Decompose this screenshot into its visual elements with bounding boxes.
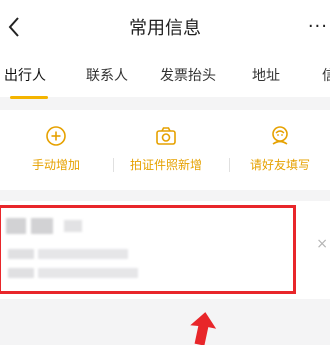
tab-travelers[interactable]: 出行人 [4,65,46,85]
photo-id-add-button[interactable]: 拍证件照新增 [120,110,212,190]
invite-friend-button[interactable]: 请好友填写 [238,110,322,190]
tab-bar: 出行人 联系人 发票抬头 地址 信 [0,55,330,97]
invite-friend-label: 请好友填写 [249,158,310,172]
tab-address[interactable]: 地址 [252,65,280,85]
plus-circle-icon [46,126,66,146]
page-title: 常用信息 [129,18,201,39]
tab-contacts[interactable]: 联系人 [86,65,128,85]
top-bar: 常用信息 ··· [0,0,330,55]
tab-more-partial[interactable]: 信 [322,65,330,85]
action-divider [229,158,230,172]
manual-add-label: 手动增加 [31,158,80,172]
friend-icon [272,126,288,145]
manual-add-button[interactable]: 手动增加 [14,110,98,190]
pointer-arrow-icon [190,312,217,345]
more-horizontal-icon[interactable]: ··· [308,12,328,42]
photo-id-add-label: 拍证件照新增 [129,158,202,172]
tab-invoice-title[interactable]: 发票抬头 [160,65,216,85]
action-divider [113,158,114,172]
active-tab-indicator [10,96,48,99]
close-icon[interactable]: × [316,236,328,252]
highlight-box [0,205,296,294]
add-traveler-actions: 手动增加 拍证件照新增 请好友填写 [0,110,330,190]
camera-icon [156,127,176,145]
